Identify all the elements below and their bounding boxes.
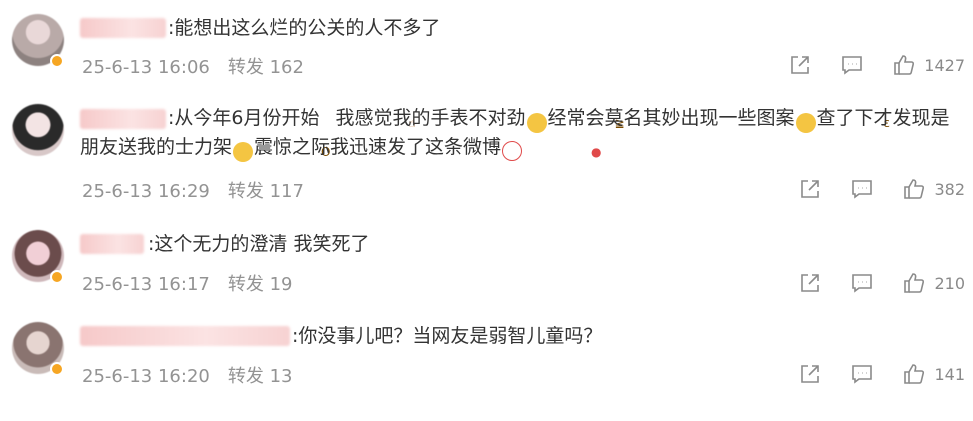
verified-badge-icon [50, 54, 64, 68]
share-icon [801, 274, 820, 292]
hand-emoji-icon: ☝ [408, 116, 416, 130]
like-count: 382 [934, 179, 965, 199]
like-button[interactable]: 1427 [892, 53, 965, 77]
repost-count[interactable]: 转发 117 [228, 181, 304, 202]
kiss-emoji-icon: ε [795, 113, 890, 133]
reply-button[interactable] [850, 177, 874, 201]
comment-time: 25-6-13 16:29 [82, 181, 210, 202]
comment-icon [852, 274, 873, 293]
scream-emoji-icon: O [233, 142, 330, 162]
share-icon [801, 180, 820, 198]
comment-time: 25-6-13 16:06 [82, 57, 210, 78]
comment-meta: 25-6-13 16:20 转发 13 [82, 362, 293, 388]
share-button[interactable] [788, 53, 812, 77]
comment-icon [852, 365, 873, 384]
comment-text-part: 我感觉我的手表不对劲 [335, 107, 526, 129]
share-icon [801, 365, 820, 383]
share-icon [791, 56, 810, 74]
reply-button[interactable] [850, 271, 874, 295]
like-count: 1427 [924, 55, 965, 75]
reply-button[interactable] [840, 53, 864, 77]
comment-icon [852, 180, 873, 199]
comment-text: :你没事儿吧？当网友是弱智儿童吗？ [292, 325, 603, 347]
share-button[interactable] [798, 177, 822, 201]
verified-badge-icon [50, 270, 64, 284]
comment-actions: 382 [770, 176, 965, 202]
avatar[interactable] [12, 104, 64, 156]
comment-time: 25-6-13 16:20 [82, 366, 210, 387]
comment-meta: 25-6-13 16:06 转发 162 [82, 53, 304, 79]
comment-icon [842, 56, 863, 75]
comment-text-part: :从今年6月份开始 [168, 107, 320, 129]
comment-text: :从今年6月份开始 ☝我感觉我的手表不对劲 ≧经常会莫名其妙出现一些图案 ε查了下才发… [80, 104, 957, 162]
repost-count[interactable]: 转发 13 [228, 366, 293, 387]
comment-text-part: 震惊之际我迅速发了这条微博 [254, 136, 502, 158]
comment-actions: 210 [770, 270, 965, 296]
comment-meta: 25-6-13 16:29 转发 117 [82, 177, 304, 203]
comment-actions: 141 [770, 361, 965, 387]
thumbs-up-icon [904, 179, 925, 199]
thumbs-up-icon [894, 55, 915, 75]
comment-meta: 25-6-13 16:17 转发 19 [82, 270, 293, 296]
username-blurred[interactable] [80, 326, 290, 346]
like-button[interactable]: 141 [902, 362, 965, 386]
comment-text: :这个无力的澄清 我笑死了 [148, 233, 370, 255]
like-button[interactable]: 382 [902, 177, 965, 201]
comment-actions: 1427 [760, 52, 965, 78]
like-button[interactable]: 210 [902, 271, 965, 295]
share-button[interactable] [798, 271, 822, 295]
thumbs-up-icon [904, 273, 925, 293]
thumbs-up-icon [904, 364, 925, 384]
username-blurred[interactable] [80, 18, 166, 38]
verified-badge-icon [50, 362, 64, 376]
confounded-emoji-icon: ≧ [526, 113, 625, 133]
comment-time: 25-6-13 16:17 [82, 274, 210, 295]
like-count: 210 [934, 273, 965, 293]
clown-emoji-icon: ● [502, 141, 602, 161]
repost-count[interactable]: 转发 19 [228, 274, 293, 295]
repost-count[interactable]: 转发 162 [228, 57, 304, 78]
username-blurred[interactable] [80, 234, 144, 254]
share-button[interactable] [798, 362, 822, 386]
like-count: 141 [934, 364, 965, 384]
comment-text-part: 经常会莫名其妙出现一些图案 [547, 107, 795, 129]
comment-text: :能想出这么烂的公关的人不多了 [168, 17, 441, 39]
reply-button[interactable] [850, 362, 874, 386]
